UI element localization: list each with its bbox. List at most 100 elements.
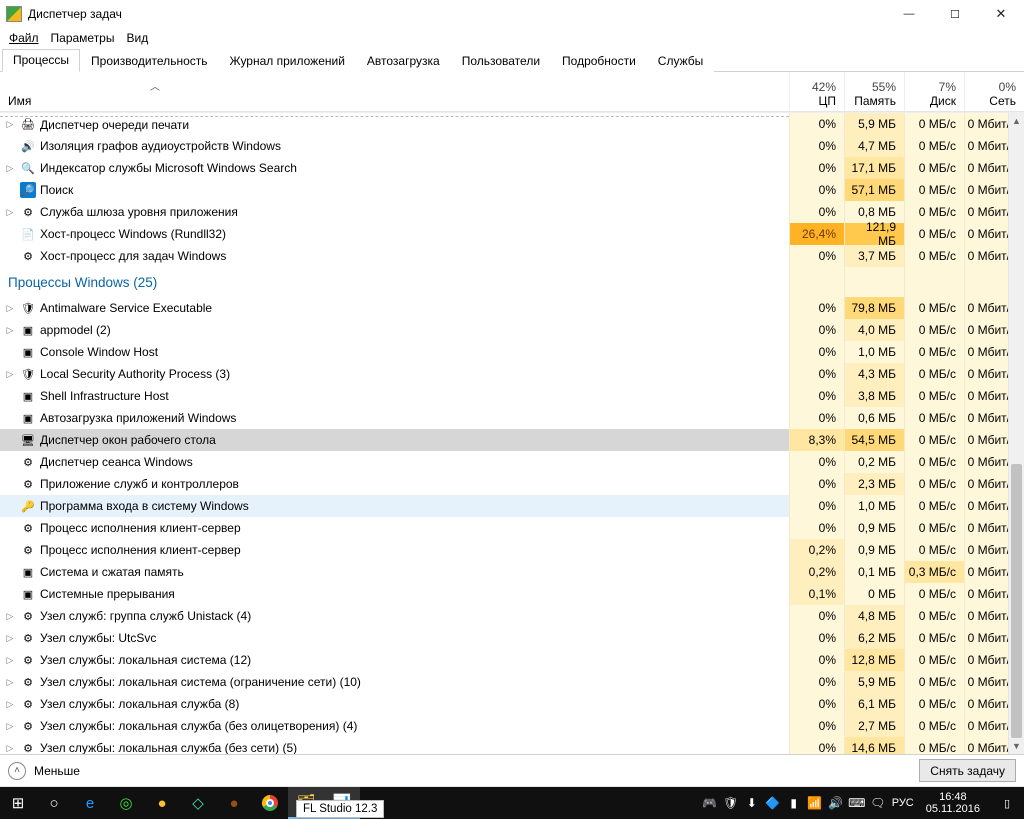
table-row[interactable]: ▣Система и сжатая память0,2%0,1 МБ0,3 МБ…	[0, 561, 1024, 583]
table-row[interactable]: 🔑Программа входа в систему Windows0%1,0 …	[0, 495, 1024, 517]
tray-icon[interactable]: 🎮	[702, 795, 718, 811]
action-center-icon[interactable]: ▯	[992, 787, 1022, 819]
col-cpu[interactable]: 42%ЦП	[789, 72, 844, 111]
tray-icon[interactable]: 📶	[807, 795, 823, 811]
process-icon: ⚙	[20, 204, 36, 220]
taskbar-app[interactable]: ⊞	[0, 787, 36, 819]
taskbar-app[interactable]: e	[72, 787, 108, 819]
expand-icon[interactable]: ▷	[4, 721, 16, 732]
col-name[interactable]: ︿ Имя	[0, 72, 789, 111]
tray-icon[interactable]: ⌨	[849, 795, 865, 811]
table-row[interactable]: ▣Системные прерывания0,1%0 МБ0 МБ/с0 Мби…	[0, 583, 1024, 605]
table-row[interactable]: ▷🖨Диспетчер очереди печати0%5,9 МБ0 МБ/с…	[0, 113, 1024, 135]
expand-icon[interactable]: ▷	[4, 119, 16, 130]
table-row[interactable]: ▷▣appmodel (2)0%4,0 МБ0 МБ/с0 Мбит/с	[0, 319, 1024, 341]
cell: 1,0 МБ	[844, 495, 904, 517]
cell: 4,7 МБ	[844, 135, 904, 157]
process-name: Приложение служб и контроллеров	[40, 477, 239, 491]
scroll-down-icon[interactable]: ▼	[1009, 738, 1024, 754]
tray-icon[interactable]: ▮	[786, 795, 802, 811]
menu-file[interactable]: Файл	[6, 31, 42, 45]
table-row[interactable]: ⚙Приложение служб и контроллеров0%2,3 МБ…	[0, 473, 1024, 495]
table-row[interactable]: ▣Console Window Host0%1,0 МБ0 МБ/с0 Мбит…	[0, 341, 1024, 363]
cell: 121,9 МБ	[844, 223, 904, 245]
expand-icon[interactable]: ▷	[4, 677, 16, 688]
col-disk[interactable]: 7%Диск	[904, 72, 964, 111]
expand-icon[interactable]: ▷	[4, 655, 16, 666]
table-row[interactable]: ▷🛡Local Security Authority Process (3)0%…	[0, 363, 1024, 385]
table-row[interactable]: ▣Shell Infrastructure Host0%3,8 МБ0 МБ/с…	[0, 385, 1024, 407]
scroll-up-icon[interactable]: ▲	[1009, 113, 1024, 129]
tab-0[interactable]: Процессы	[2, 49, 80, 72]
tab-2[interactable]: Журнал приложений	[219, 50, 356, 72]
cell: 57,1 МБ	[844, 179, 904, 201]
table-row[interactable]: ▷⚙Узел службы: локальная служба (8)0%6,1…	[0, 693, 1024, 715]
taskbar-app[interactable]: ◎	[108, 787, 144, 819]
expand-icon[interactable]: ▷	[4, 163, 16, 174]
table-row[interactable]: ▷⚙Узел службы: локальная служба (без оли…	[0, 715, 1024, 737]
table-row[interactable]: ⚙Диспетчер сеанса Windows0%0,2 МБ0 МБ/с0…	[0, 451, 1024, 473]
tab-1[interactable]: Производительность	[80, 50, 218, 72]
menu-options[interactable]: Параметры	[48, 31, 118, 45]
end-task-button[interactable]: Снять задачу	[919, 759, 1016, 782]
table-row[interactable]: ⚙Хост-процесс для задач Windows0%3,7 МБ0…	[0, 245, 1024, 267]
expand-icon[interactable]: ▷	[4, 743, 16, 754]
tray-icon[interactable]: 🗨	[870, 795, 886, 811]
table-row[interactable]: ▷⚙Узел службы: локальная система (12)0%1…	[0, 649, 1024, 671]
maximize-button[interactable]: ☐	[932, 0, 978, 28]
tray-icon[interactable]: ⬇	[744, 795, 760, 811]
tray-icon[interactable]: 🛡	[723, 795, 739, 811]
tab-3[interactable]: Автозагрузка	[356, 50, 451, 72]
table-row[interactable]: ▣Автозагрузка приложений Windows0%0,6 МБ…	[0, 407, 1024, 429]
table-row[interactable]: ⚙Процесс исполнения клиент-сервер0,2%0,9…	[0, 539, 1024, 561]
tab-5[interactable]: Подробности	[551, 50, 647, 72]
scrollbar[interactable]: ▲ ▼	[1008, 113, 1024, 754]
table-row[interactable]: ▷⚙Узел служб: группа служб Unistack (4)0…	[0, 605, 1024, 627]
table-row[interactable]: 🖥Диспетчер окон рабочего стола8,3%54,5 М…	[0, 429, 1024, 451]
tab-6[interactable]: Службы	[647, 50, 714, 72]
taskbar-app[interactable]: ○	[36, 787, 72, 819]
expand-icon[interactable]: ▷	[4, 699, 16, 710]
close-button[interactable]: ✕	[978, 0, 1024, 28]
expand-icon[interactable]: ▷	[4, 207, 16, 218]
cell: 6,1 МБ	[844, 693, 904, 715]
col-network[interactable]: 0%Сеть	[964, 72, 1024, 111]
cell: 0 МБ/с	[904, 737, 964, 754]
fewer-details-label[interactable]: Меньше	[34, 764, 80, 778]
cell: 4,8 МБ	[844, 605, 904, 627]
table-row[interactable]: 🔊Изоляция графов аудиоустройств Windows0…	[0, 135, 1024, 157]
col-memory[interactable]: 55%Память	[844, 72, 904, 111]
table-row[interactable]: 🔎Поиск0%57,1 МБ0 МБ/с0 Мбит/с	[0, 179, 1024, 201]
taskbar-app[interactable]: ●	[216, 787, 252, 819]
expand-icon[interactable]: ▷	[4, 611, 16, 622]
minimize-button[interactable]: —	[886, 0, 932, 28]
table-row[interactable]: ▷🛡Antimalware Service Executable0%79,8 М…	[0, 297, 1024, 319]
taskbar-app[interactable]: ●	[144, 787, 180, 819]
input-language[interactable]: РУС	[892, 797, 914, 809]
expand-icon[interactable]: ▷	[4, 325, 16, 336]
expand-icon[interactable]: ▷	[4, 633, 16, 644]
tab-4[interactable]: Пользователи	[451, 50, 551, 72]
expand-icon[interactable]: ▷	[4, 303, 16, 314]
taskbar-app[interactable]	[252, 787, 288, 819]
table-row[interactable]: ▷⚙Узел службы: UtcSvc0%6,2 МБ0 МБ/с0 Мби…	[0, 627, 1024, 649]
fewer-details-icon[interactable]: ˄	[8, 762, 26, 780]
process-name: Узел службы: локальная служба (без сети)…	[40, 741, 297, 754]
taskbar-app[interactable]: ◇	[180, 787, 216, 819]
expand-icon[interactable]: ▷	[4, 369, 16, 380]
table-row[interactable]: ▷⚙Узел службы: локальная система (ограни…	[0, 671, 1024, 693]
tray-icon[interactable]: 🔷	[765, 795, 781, 811]
cell: 0 МБ/с	[904, 407, 964, 429]
scroll-thumb[interactable]	[1011, 464, 1022, 738]
cell: 0,2%	[789, 561, 844, 583]
table-row[interactable]: ⚙Процесс исполнения клиент-сервер0%0,9 М…	[0, 517, 1024, 539]
clock[interactable]: 16:4805.11.2016	[920, 791, 986, 815]
cell: 26,4%	[789, 223, 844, 245]
menu-view[interactable]: Вид	[123, 31, 151, 45]
table-row[interactable]: 📄Хост-процесс Windows (Rundll32)26,4%121…	[0, 223, 1024, 245]
table-row[interactable]: ▷🔍Индексатор службы Microsoft Windows Se…	[0, 157, 1024, 179]
tray-icon[interactable]: 🔊	[828, 795, 844, 811]
group-header[interactable]: Процессы Windows (25)	[0, 267, 1024, 297]
titlebar[interactable]: Диспетчер задач — ☐ ✕	[0, 0, 1024, 28]
table-row[interactable]: ▷⚙Узел службы: локальная служба (без сет…	[0, 737, 1024, 754]
